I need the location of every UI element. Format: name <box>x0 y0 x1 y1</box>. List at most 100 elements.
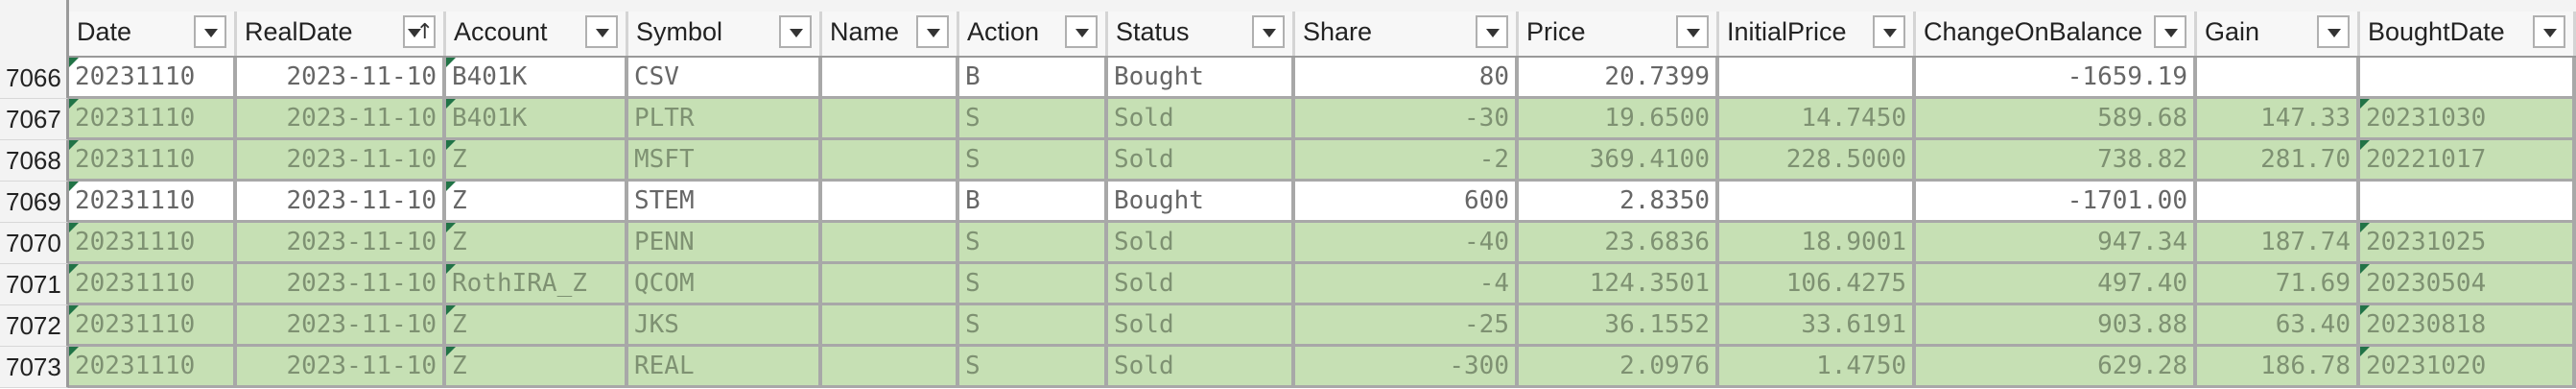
cell-price[interactable]: 369.4100 <box>1519 140 1719 182</box>
cell-share[interactable]: -2 <box>1295 140 1519 182</box>
column-header-initialprice[interactable]: InitialPrice <box>1719 12 1916 56</box>
cell-symbol[interactable]: JKS <box>628 305 822 347</box>
cell-status[interactable]: Sold <box>1108 140 1295 182</box>
cell-gain[interactable] <box>2197 58 2360 99</box>
cell-action[interactable]: S <box>959 305 1108 347</box>
filter-dropdown-button[interactable] <box>2533 15 2565 48</box>
cell-date[interactable]: 20231110 <box>69 182 237 223</box>
cell-boughtdate[interactable] <box>2360 58 2576 99</box>
cell-name[interactable] <box>822 347 959 388</box>
cell-initialprice[interactable]: 14.7450 <box>1719 99 1916 140</box>
column-header-account[interactable]: Account <box>446 12 628 56</box>
cell-realdate[interactable]: 2023-11-10 <box>237 305 446 347</box>
column-header-boughtdate[interactable]: BoughtDate <box>2360 12 2576 56</box>
cell-changeonbalance[interactable]: 589.68 <box>1916 99 2197 140</box>
cell-share[interactable]: -300 <box>1295 347 1519 388</box>
cell-price[interactable]: 19.6500 <box>1519 99 1719 140</box>
cell-account[interactable]: Z <box>446 223 628 264</box>
filter-dropdown-button[interactable] <box>2154 15 2186 48</box>
cell-action[interactable]: S <box>959 347 1108 388</box>
cell-price[interactable]: 2.0976 <box>1519 347 1719 388</box>
cell-share[interactable]: -4 <box>1295 264 1519 305</box>
column-header-share[interactable]: Share <box>1295 12 1519 56</box>
cell-gain[interactable]: 281.70 <box>2197 140 2360 182</box>
cell-changeonbalance[interactable]: 903.88 <box>1916 305 2197 347</box>
cell-action[interactable]: S <box>959 99 1108 140</box>
cell-share[interactable]: -30 <box>1295 99 1519 140</box>
cell-status[interactable]: Sold <box>1108 264 1295 305</box>
filter-dropdown-button[interactable] <box>1873 15 1905 48</box>
cell-changeonbalance[interactable]: -1659.19 <box>1916 58 2197 99</box>
cell-initialprice[interactable]: 1.4750 <box>1719 347 1916 388</box>
cell-account[interactable]: RothIRA_Z <box>446 264 628 305</box>
cell-symbol[interactable]: CSV <box>628 58 822 99</box>
cell-account[interactable]: Z <box>446 305 628 347</box>
cell-changeonbalance[interactable]: 738.82 <box>1916 140 2197 182</box>
cell-boughtdate[interactable]: 20231020 <box>2360 347 2576 388</box>
cell-account[interactable]: Z <box>446 182 628 223</box>
cell-gain[interactable]: 187.74 <box>2197 223 2360 264</box>
row-number[interactable]: 7073 <box>0 347 69 388</box>
cell-price[interactable]: 20.7399 <box>1519 58 1719 99</box>
cell-symbol[interactable]: PLTR <box>628 99 822 140</box>
cell-realdate[interactable]: 2023-11-10 <box>237 347 446 388</box>
column-header-realdate[interactable]: RealDate ↑ <box>237 12 446 56</box>
cell-status[interactable]: Bought <box>1108 58 1295 99</box>
cell-action[interactable]: S <box>959 140 1108 182</box>
cell-realdate[interactable]: 2023-11-10 <box>237 140 446 182</box>
cell-date[interactable]: 20231110 <box>69 305 237 347</box>
cell-realdate[interactable]: 2023-11-10 <box>237 182 446 223</box>
cell-name[interactable] <box>822 58 959 99</box>
cell-date[interactable]: 20231110 <box>69 223 237 264</box>
row-number[interactable]: 7069 <box>0 182 69 223</box>
column-header-action[interactable]: Action <box>959 12 1108 56</box>
filter-dropdown-button[interactable] <box>779 15 812 48</box>
cell-gain[interactable]: 63.40 <box>2197 305 2360 347</box>
cell-name[interactable] <box>822 305 959 347</box>
cell-changeonbalance[interactable]: 497.40 <box>1916 264 2197 305</box>
row-number[interactable]: 7070 <box>0 223 69 264</box>
cell-action[interactable]: B <box>959 58 1108 99</box>
cell-status[interactable]: Sold <box>1108 223 1295 264</box>
row-number[interactable]: 7067 <box>0 99 69 140</box>
row-number[interactable]: 7066 <box>0 58 69 99</box>
column-header-price[interactable]: Price <box>1519 12 1719 56</box>
cell-account[interactable]: Z <box>446 347 628 388</box>
cell-status[interactable]: Bought <box>1108 182 1295 223</box>
filter-dropdown-button[interactable] <box>194 15 226 48</box>
cell-boughtdate[interactable]: 20221017 <box>2360 140 2576 182</box>
cell-realdate[interactable]: 2023-11-10 <box>237 58 446 99</box>
cell-symbol[interactable]: MSFT <box>628 140 822 182</box>
row-number[interactable]: 7068 <box>0 140 69 182</box>
cell-date[interactable]: 20231110 <box>69 347 237 388</box>
cell-name[interactable] <box>822 264 959 305</box>
column-header-symbol[interactable]: Symbol <box>628 12 822 56</box>
cell-realdate[interactable]: 2023-11-10 <box>237 264 446 305</box>
cell-name[interactable] <box>822 140 959 182</box>
cell-initialprice[interactable] <box>1719 58 1916 99</box>
cell-action[interactable]: S <box>959 264 1108 305</box>
cell-share[interactable]: 600 <box>1295 182 1519 223</box>
cell-name[interactable] <box>822 223 959 264</box>
filter-dropdown-button[interactable] <box>2317 15 2350 48</box>
cell-boughtdate[interactable]: 20231025 <box>2360 223 2576 264</box>
cell-status[interactable]: Sold <box>1108 305 1295 347</box>
cell-gain[interactable]: 186.78 <box>2197 347 2360 388</box>
cell-date[interactable]: 20231110 <box>69 264 237 305</box>
cell-symbol[interactable]: STEM <box>628 182 822 223</box>
cell-price[interactable]: 36.1552 <box>1519 305 1719 347</box>
cell-action[interactable]: B <box>959 182 1108 223</box>
cell-share[interactable]: 80 <box>1295 58 1519 99</box>
cell-price[interactable]: 2.8350 <box>1519 182 1719 223</box>
sort-filter-button[interactable]: ↑ <box>403 15 436 48</box>
cell-date[interactable]: 20231110 <box>69 58 237 99</box>
cell-action[interactable]: S <box>959 223 1108 264</box>
cell-initialprice[interactable]: 33.6191 <box>1719 305 1916 347</box>
filter-dropdown-button[interactable] <box>1252 15 1285 48</box>
filter-dropdown-button[interactable] <box>1476 15 1508 48</box>
cell-boughtdate[interactable]: 20230818 <box>2360 305 2576 347</box>
cell-symbol[interactable]: REAL <box>628 347 822 388</box>
cell-account[interactable]: B401K <box>446 58 628 99</box>
cell-boughtdate[interactable] <box>2360 182 2576 223</box>
cell-date[interactable]: 20231110 <box>69 99 237 140</box>
